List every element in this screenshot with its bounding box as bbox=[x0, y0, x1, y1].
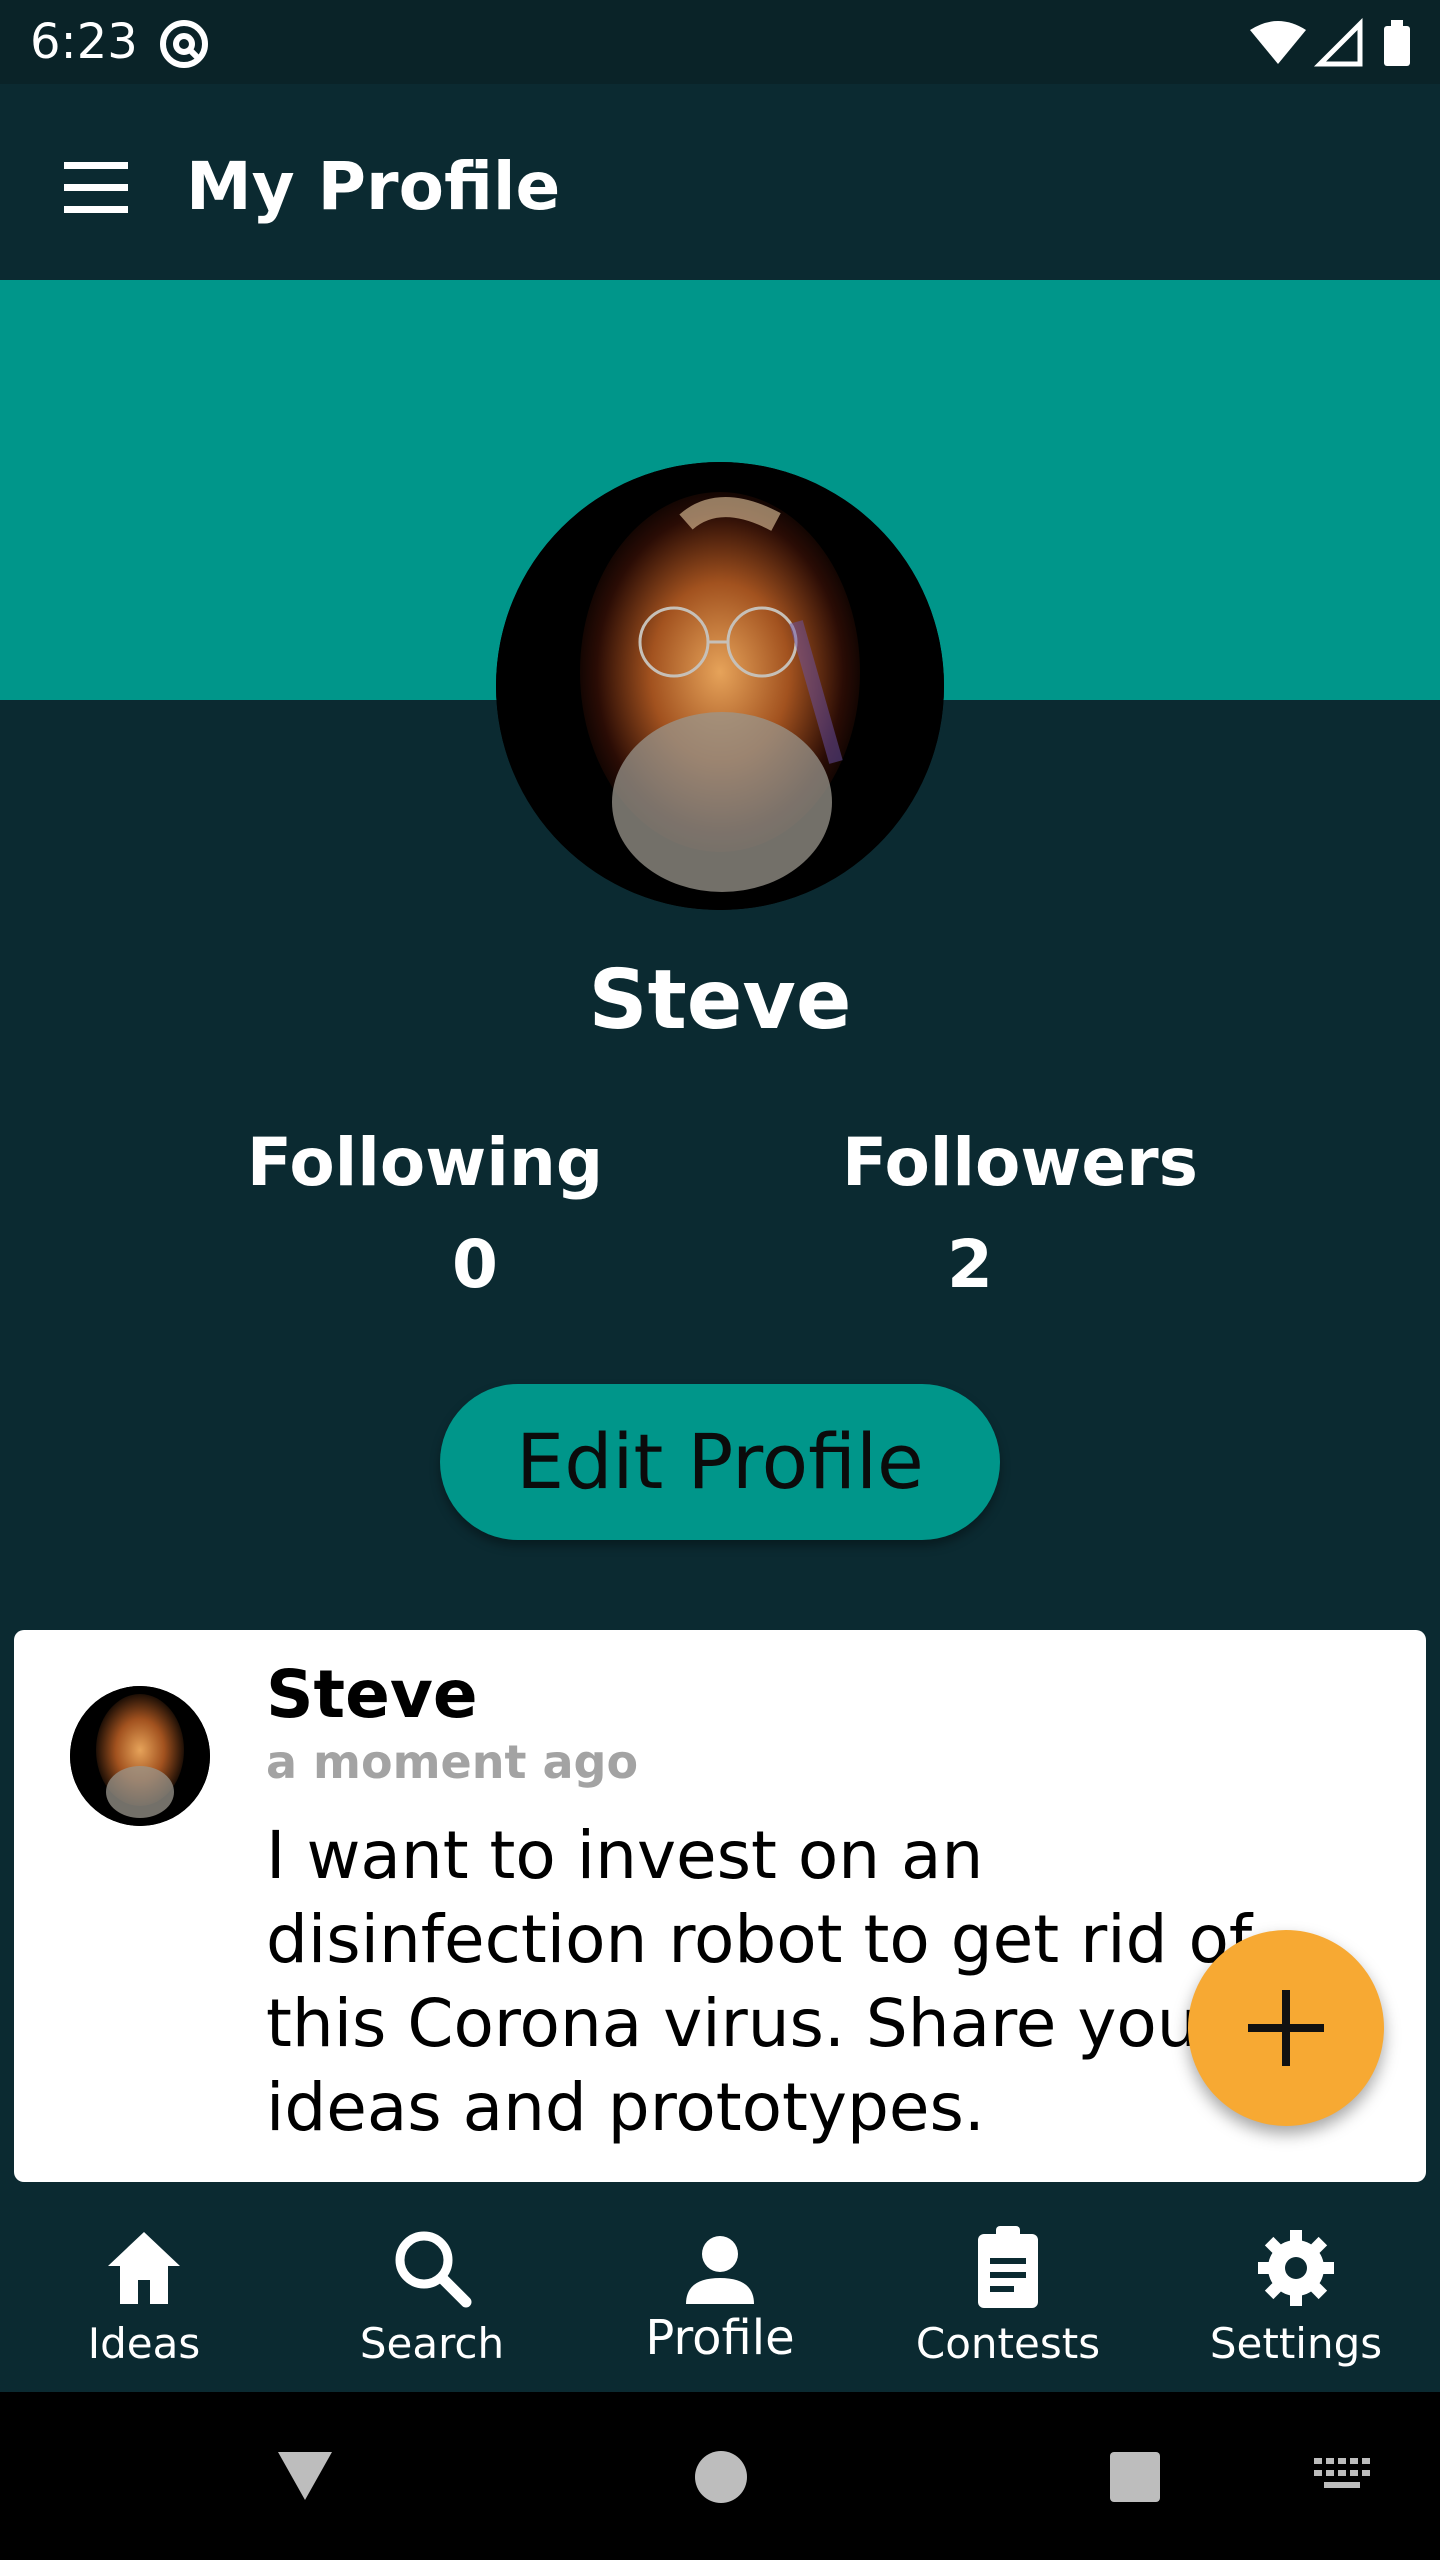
status-time: 6:23 bbox=[30, 14, 138, 70]
wifi-icon bbox=[1250, 21, 1306, 64]
post-body: I want to invest on an disinfection robo… bbox=[266, 1817, 1253, 2146]
post-author-avatar[interactable] bbox=[70, 1686, 210, 1826]
recents-icon[interactable] bbox=[1100, 2442, 1170, 2512]
clipboard-icon bbox=[978, 2226, 1038, 2308]
plus-icon bbox=[1248, 1990, 1324, 2066]
edit-profile-button[interactable]: Edit Profile bbox=[440, 1384, 1000, 1540]
profile-name: Steve bbox=[588, 953, 852, 1048]
following-label[interactable]: Following bbox=[200, 1118, 650, 1208]
status-bar: 6:23 bbox=[0, 0, 1440, 84]
post-timestamp: a moment ago bbox=[266, 1735, 639, 1789]
nav-item-search[interactable]: Search bbox=[288, 2182, 576, 2392]
battery-icon bbox=[1384, 20, 1410, 66]
followers-label[interactable]: Followers bbox=[800, 1118, 1240, 1208]
bottom-navigation: Ideas Search Profile Contests Settings bbox=[0, 2182, 1440, 2392]
notification-app-icon bbox=[160, 20, 208, 68]
system-navigation-bar bbox=[0, 2392, 1440, 2560]
nav-label-contests: Contests bbox=[915, 2319, 1101, 2368]
followers-count[interactable]: 2 bbox=[750, 1220, 1190, 1310]
app-bar: My Profile bbox=[0, 84, 1440, 280]
profile-avatar[interactable] bbox=[496, 462, 944, 910]
gear-icon bbox=[1258, 2230, 1334, 2306]
nav-item-ideas[interactable]: Ideas bbox=[0, 2182, 288, 2392]
nav-label-settings: Settings bbox=[1209, 2319, 1383, 2368]
nav-item-contests[interactable]: Contests bbox=[864, 2182, 1152, 2392]
search-icon bbox=[395, 2231, 472, 2308]
home-nav-icon[interactable] bbox=[686, 2442, 756, 2512]
page-title: My Profile bbox=[186, 148, 561, 225]
menu-icon[interactable] bbox=[52, 142, 142, 232]
cell-signal-icon bbox=[1313, 17, 1363, 67]
nav-item-settings[interactable]: Settings bbox=[1152, 2182, 1440, 2392]
nav-label-search: Search bbox=[359, 2319, 505, 2368]
add-post-button[interactable] bbox=[1188, 1930, 1384, 2126]
person-icon bbox=[686, 2236, 754, 2304]
following-count[interactable]: 0 bbox=[250, 1220, 700, 1310]
nav-item-profile[interactable]: Profile bbox=[576, 2182, 864, 2392]
home-icon bbox=[108, 2232, 180, 2304]
status-icons bbox=[1250, 17, 1410, 67]
back-icon[interactable] bbox=[270, 2442, 340, 2512]
nav-label-profile: Profile bbox=[645, 2310, 795, 2366]
post-author[interactable]: Steve bbox=[266, 1650, 478, 1740]
keyboard-icon[interactable] bbox=[1310, 2450, 1380, 2500]
nav-label-ideas: Ideas bbox=[87, 2319, 201, 2368]
